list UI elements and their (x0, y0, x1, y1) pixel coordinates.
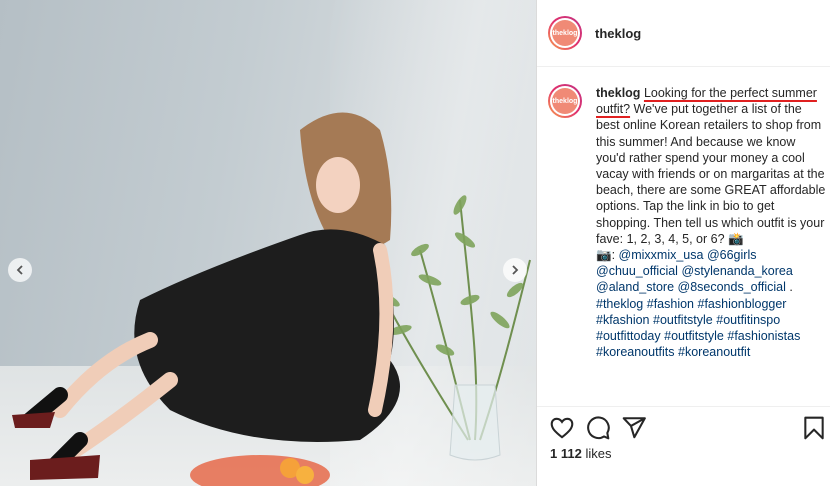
hashtag-link[interactable]: #fashion (647, 297, 694, 311)
hashtag-link[interactable]: #theklog (596, 297, 643, 311)
caption-text: theklog Looking for the perfect summer o… (596, 86, 826, 360)
hashtag-link[interactable]: #fashionblogger (698, 297, 787, 311)
caption-avatar-logo-text: theklog (552, 88, 578, 114)
avatar-logo-text: theklog (552, 20, 578, 46)
likes-number: 1 112 (550, 446, 582, 461)
likes-label: likes (585, 446, 612, 461)
mention-link[interactable]: @66girls (707, 248, 757, 262)
header-username[interactable]: theklog (595, 26, 641, 41)
post-side-panel: theklog theklog theklog theklog Looking … (537, 0, 830, 486)
post-actions: 1 112 likes (537, 406, 830, 486)
mention-link[interactable]: @8seconds_official (678, 280, 786, 294)
hashtag-link[interactable]: #koreanoutfits (596, 345, 675, 359)
likes-count[interactable]: 1 112 likes (550, 446, 611, 461)
mention-link[interactable]: @chuu_official (596, 264, 678, 278)
camera-emoji: 📷 (596, 248, 612, 263)
send-icon[interactable] (621, 415, 647, 441)
caption-username[interactable]: theklog (596, 86, 640, 100)
post-header: theklog theklog (537, 0, 830, 67)
hashtag-link[interactable]: #fashionistas (727, 329, 800, 343)
hashtag-link[interactable]: #outfittoday (596, 329, 661, 343)
chevron-left-icon[interactable] (8, 258, 32, 282)
hashtag-link[interactable]: #koreanoutfit (678, 345, 750, 359)
caption-avatar[interactable]: theklog (548, 84, 582, 118)
heart-icon[interactable] (549, 415, 575, 441)
post-photo[interactable] (0, 0, 536, 486)
caption-body: We've put together a list of the best on… (596, 102, 826, 246)
comment-icon[interactable] (585, 415, 611, 441)
caption-section: theklog theklog Looking for the perfect … (537, 67, 830, 407)
hashtag-link[interactable]: #outfitstyle (653, 313, 713, 327)
bookmark-icon[interactable] (801, 415, 827, 441)
photo-illustration (12, 112, 531, 486)
mention-link[interactable]: @stylenanda_korea (681, 264, 792, 278)
chevron-right-icon[interactable] (503, 258, 527, 282)
hashtag-link[interactable]: #kfashion (596, 313, 650, 327)
mention-end: . (785, 280, 793, 295)
hashtag-link[interactable]: #outfitinspo (716, 313, 780, 327)
mention-link[interactable]: @aland_store (596, 280, 674, 294)
avatar[interactable]: theklog (548, 16, 582, 50)
mention-link[interactable]: @mixxmix_usa (619, 248, 704, 262)
hashtag-link[interactable]: #outfitstyle (664, 329, 724, 343)
